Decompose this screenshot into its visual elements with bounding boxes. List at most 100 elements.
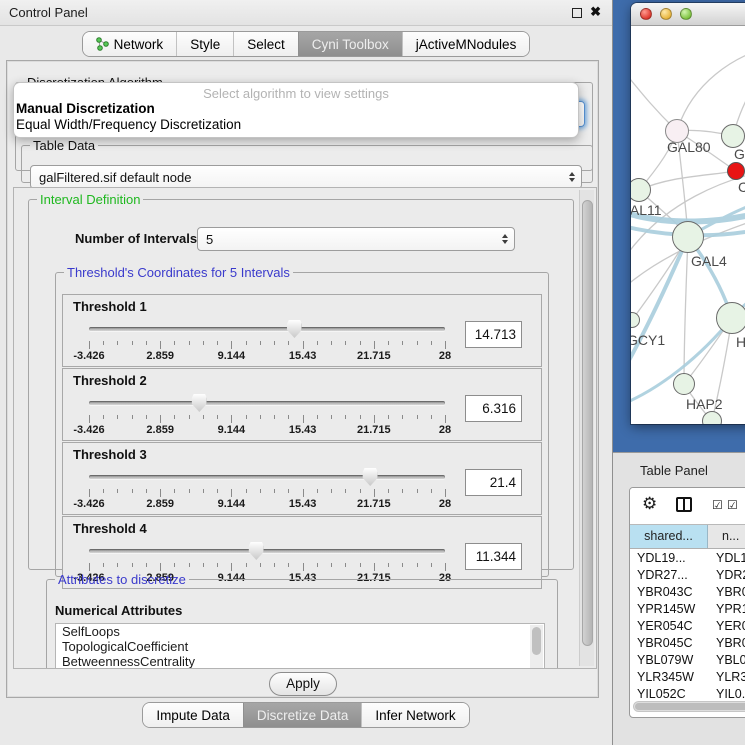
table-row[interactable]: YBR043CYBR0...	[630, 584, 745, 601]
table-scrollbar-thumb[interactable]	[635, 703, 745, 710]
tab-style[interactable]: Style	[176, 32, 233, 56]
tab-discretize-data[interactable]: Discretize Data	[243, 703, 362, 727]
tab-jactivemnodules[interactable]: jActiveMNodules	[402, 32, 530, 56]
tab-label: Style	[190, 37, 220, 52]
table-row[interactable]: YDR27...YDR2...	[630, 567, 745, 584]
tick-mark	[345, 563, 346, 567]
table-cell: YER054C	[630, 618, 708, 635]
table-cell: YBR045C	[630, 635, 708, 652]
slider-track[interactable]	[89, 549, 445, 553]
checkbox-icon[interactable]	[727, 498, 738, 512]
threshold-value-field[interactable]: 11.344	[465, 543, 522, 570]
tick-mark	[417, 489, 418, 493]
tick-mark	[146, 489, 147, 493]
node-table: shared... n... YDL19...YDL1...YDR27...YD…	[629, 487, 745, 718]
list-scrollbar-thumb[interactable]	[532, 627, 541, 655]
algorithm-option-equal-width-frequency-discretization[interactable]: Equal Width/Frequency Discretization	[14, 117, 578, 133]
table-row[interactable]: YLR345WYLR3...	[630, 669, 745, 686]
node-label: GAL4	[691, 253, 727, 269]
table-row[interactable]: YER054CYER0...	[630, 618, 745, 635]
close-icon[interactable]	[590, 4, 601, 20]
close-traffic-light-icon[interactable]	[640, 8, 652, 20]
attribute-item-selfloops[interactable]: SelfLoops	[56, 624, 544, 639]
network-node-h[interactable]	[716, 302, 745, 334]
gear-icon[interactable]	[642, 494, 657, 514]
table-cell: YBL079W	[630, 652, 708, 669]
minimize-traffic-light-icon[interactable]	[660, 8, 672, 20]
network-node-g[interactable]	[721, 124, 745, 148]
table-cell: YLR345W	[630, 669, 708, 686]
tick-mark	[260, 563, 261, 567]
column-header-name[interactable]: n...	[708, 525, 745, 548]
tick-mark	[174, 489, 175, 493]
tick-mark	[360, 563, 361, 567]
tab-cyni-toolbox[interactable]: Cyni Toolbox	[298, 32, 402, 56]
attribute-item-betweennesscentrality[interactable]: BetweennessCentrality	[56, 654, 544, 669]
table-row[interactable]: YBL079WYBL0...	[630, 652, 745, 669]
slider-track[interactable]	[89, 327, 445, 331]
threshold-slider[interactable]: -3.4262.8599.14415.4321.71528	[81, 319, 455, 365]
slider-track[interactable]	[89, 401, 445, 405]
tick-label: 21.715	[357, 424, 391, 436]
tick-mark	[146, 341, 147, 345]
network-node-gal4[interactable]	[672, 221, 704, 253]
threshold-value-field[interactable]: 6.316	[465, 395, 522, 422]
apply-button[interactable]: Apply	[269, 672, 337, 696]
network-window-titlebar[interactable]	[631, 3, 745, 26]
numerical-attributes-list[interactable]: SelfLoopsTopologicalCoefficientBetweenne…	[55, 623, 545, 669]
threshold-label: Threshold 3	[73, 447, 147, 462]
tab-impute-data[interactable]: Impute Data	[143, 703, 243, 727]
number-of-intervals-combo[interactable]: 5	[197, 227, 515, 251]
network-node[interactable]	[702, 411, 722, 424]
settings-scroll-region: Interval Definition Number of Intervals …	[13, 187, 597, 669]
slider-thumb[interactable]	[287, 320, 302, 338]
table-cell: YIL0...	[708, 686, 745, 698]
tick-mark	[117, 415, 118, 419]
threshold-slider[interactable]: -3.4262.8599.14415.4321.71528	[81, 393, 455, 439]
zoom-traffic-light-icon[interactable]	[680, 8, 692, 20]
node-label: GAL11	[631, 202, 662, 218]
table-row[interactable]: YDL19...YDL1...	[630, 550, 745, 567]
slider-ticks	[89, 415, 445, 423]
tab-select[interactable]: Select	[233, 32, 298, 56]
column-layout-icon[interactable]	[676, 497, 692, 512]
float-window-icon[interactable]	[572, 8, 582, 18]
column-header-shared-name[interactable]: shared...	[630, 525, 708, 548]
screenshot-root: Control Panel NetworkStyleSelectCyni Too…	[0, 0, 745, 745]
tick-label: -3.426	[73, 350, 104, 362]
tick-mark	[160, 563, 161, 571]
tick-mark	[246, 489, 247, 493]
table-data-combo[interactable]: galFiltered.sif default node	[30, 165, 582, 189]
panel-scrollbar-thumb[interactable]	[582, 200, 593, 646]
tick-mark	[117, 563, 118, 567]
slider-thumb[interactable]	[249, 542, 264, 560]
slider-thumb[interactable]	[192, 394, 207, 412]
tick-mark	[431, 563, 432, 567]
tab-infer-network[interactable]: Infer Network	[361, 703, 468, 727]
tick-mark	[217, 563, 218, 567]
threshold-value-field[interactable]: 14.713	[465, 321, 522, 348]
attribute-item-topologicalcoefficient[interactable]: TopologicalCoefficient	[56, 639, 544, 654]
tick-mark	[203, 341, 204, 345]
table-horizontal-scrollbar[interactable]	[633, 701, 745, 712]
slider-track[interactable]	[89, 475, 445, 479]
table-row[interactable]: YBR045CYBR0...	[630, 635, 745, 652]
network-node-c[interactable]	[727, 162, 745, 180]
panel-vertical-scrollbar[interactable]	[579, 190, 594, 666]
tick-mark	[331, 489, 332, 493]
table-row[interactable]: YIL052CYIL0...	[630, 686, 745, 698]
checkbox-icon[interactable]	[712, 498, 723, 512]
threshold-slider[interactable]: -3.4262.8599.14415.4321.71528	[81, 467, 455, 513]
list-scrollbar[interactable]	[530, 625, 543, 669]
tick-mark	[231, 341, 232, 349]
slider-thumb[interactable]	[363, 468, 378, 486]
table-row[interactable]: YPR145WYPR1...	[630, 601, 745, 618]
tick-mark	[103, 489, 104, 493]
network-node-hap2[interactable]	[673, 373, 695, 395]
algorithm-option-manual-discretization[interactable]: Manual Discretization	[14, 101, 578, 117]
tick-mark	[331, 563, 332, 567]
tab-network[interactable]: Network	[83, 32, 177, 56]
threshold-value-field[interactable]: 21.4	[465, 469, 522, 496]
network-canvas[interactable]: GAL80G.CGAL11GAL4GCY1HHAP2	[631, 26, 745, 424]
tick-mark	[231, 415, 232, 423]
